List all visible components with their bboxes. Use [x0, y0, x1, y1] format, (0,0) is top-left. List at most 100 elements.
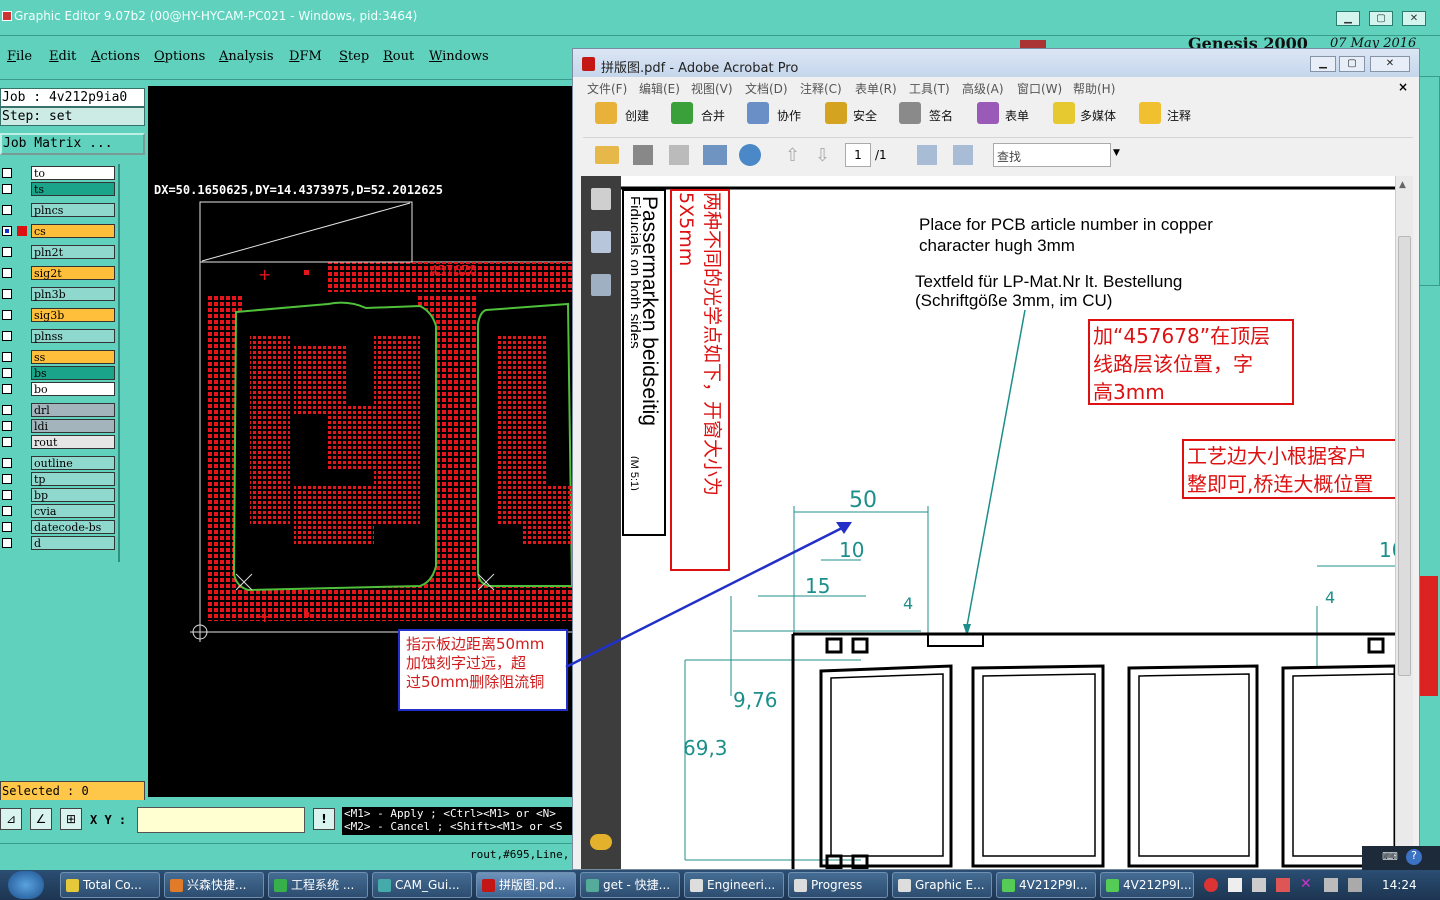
tray-flag-icon[interactable] [1228, 878, 1242, 892]
layer-row-bs[interactable]: bs [0, 366, 116, 380]
fit-page-icon[interactable] [953, 145, 973, 165]
close-button[interactable]: ✕ [1402, 11, 1426, 26]
layer-name[interactable]: plncs [31, 203, 115, 217]
layer-checkbox[interactable] [2, 226, 12, 236]
tray-pen-icon[interactable] [1276, 878, 1290, 892]
acro-menu-edit[interactable]: 编辑(E) [639, 80, 680, 97]
menu-rout[interactable]: Rout [383, 49, 414, 64]
layer-checkbox[interactable] [2, 538, 12, 548]
layer-checkbox[interactable] [2, 168, 12, 178]
layer-checkbox[interactable] [2, 474, 12, 484]
layer-name[interactable]: bs [31, 366, 115, 380]
acro-menu-comment[interactable]: 注释(C) [800, 80, 842, 97]
vertical-scrollbar[interactable]: ▲ [1395, 176, 1413, 869]
ge-graphic-canvas[interactable]: 457678 + + DX=50.1650625,DY=14.4373975,D… [148, 86, 572, 797]
multimedia-button[interactable]: 多媒体 [1080, 107, 1116, 124]
layer-name[interactable]: bp [31, 488, 115, 502]
web-icon[interactable] [739, 144, 761, 166]
menu-windows[interactable]: Windows [429, 49, 489, 64]
secure-button[interactable]: 安全 [853, 107, 877, 124]
layer-checkbox[interactable] [2, 331, 12, 341]
task-total-commander[interactable]: Total Co... [60, 872, 160, 898]
layer-row-to[interactable]: to [0, 166, 116, 180]
task-progress[interactable]: Progress [788, 872, 888, 898]
task-graphic-editor[interactable]: Graphic E... [892, 872, 992, 898]
layer-checkbox[interactable] [2, 205, 12, 215]
acro-menu-tools[interactable]: 工具(T) [909, 80, 950, 97]
layer-checkbox[interactable] [2, 352, 12, 362]
layer-name[interactable]: ts [31, 182, 115, 196]
next-page-icon[interactable]: ⇩ [815, 145, 835, 166]
acro-menu-help[interactable]: 帮助(H) [1073, 80, 1115, 97]
forms-button[interactable]: 表单 [1005, 107, 1029, 124]
layer-name[interactable]: ss [31, 350, 115, 364]
layer-checkbox[interactable] [2, 437, 12, 447]
alert-button[interactable]: ! [313, 808, 335, 830]
minimize-button[interactable]: ▁ [1336, 11, 1360, 26]
layer-checkbox[interactable] [2, 384, 12, 394]
close-doc-icon[interactable]: × [1398, 80, 1408, 94]
layer-row-ss[interactable]: ss [0, 350, 116, 364]
layer-checkbox[interactable] [2, 458, 12, 468]
layer-name[interactable]: rout [31, 435, 115, 449]
layer-checkbox[interactable] [2, 184, 12, 194]
layer-name[interactable]: d [31, 536, 115, 550]
layer-row-sig2t[interactable]: sig2t [0, 266, 116, 280]
layer-checkbox[interactable] [2, 289, 12, 299]
snap-tool-button[interactable]: ⊿ [0, 808, 22, 830]
layer-row-d[interactable]: d [0, 536, 116, 550]
pdf-document-view[interactable]: Passermarken beidseitig Fiducials on bot… [621, 176, 1395, 869]
create-button[interactable]: 创建 [625, 107, 649, 124]
layer-row-drl[interactable]: drl [0, 403, 116, 417]
email-icon[interactable] [703, 145, 727, 165]
acro-menu-forms[interactable]: 表单(R) [855, 80, 897, 97]
layer-row-outline[interactable]: outline [0, 456, 116, 470]
signatures-panel-icon[interactable] [591, 274, 611, 296]
layer-checkbox[interactable] [2, 310, 12, 320]
layer-name[interactable]: sig3b [31, 308, 115, 322]
find-dropdown-icon[interactable]: ▼ [1113, 148, 1120, 158]
scroll-thumb[interactable] [1398, 236, 1411, 676]
menu-dfm[interactable]: DFM [289, 49, 322, 64]
layer-row-rout[interactable]: rout [0, 435, 116, 449]
acro-close-button[interactable]: ✕ [1370, 56, 1410, 72]
acrobat-titlebar[interactable]: 拼版图.pdf - Adobe Acrobat Pro ▁ ▢ ✕ [573, 49, 1419, 77]
layer-name[interactable]: pln2t [31, 245, 115, 259]
ge-titlebar[interactable]: Graphic Editor 9.07b2 (00@HY-HYCAM-PC021… [0, 0, 1440, 36]
layer-checkbox[interactable] [2, 421, 12, 431]
layer-checkbox[interactable] [2, 490, 12, 500]
layer-row-pln2t[interactable]: pln2t [0, 245, 116, 259]
acro-menu-file[interactable]: 文件(F) [587, 80, 627, 97]
tray-display-icon[interactable] [1348, 878, 1362, 892]
menu-analysis[interactable]: Analysis [219, 49, 274, 64]
layer-name[interactable]: cvia [31, 504, 115, 518]
task-engineering-system[interactable]: 工程系统 ... [268, 872, 368, 898]
layer-name[interactable]: pln3b [31, 287, 115, 301]
acro-menu-document[interactable]: 文档(D) [745, 80, 788, 97]
menu-actions[interactable]: Actions [91, 49, 140, 64]
layer-row-tp[interactable]: tp [0, 472, 116, 486]
layer-name[interactable]: tp [31, 472, 115, 486]
fit-width-icon[interactable] [917, 145, 937, 165]
pages-panel-icon[interactable] [591, 188, 611, 210]
layer-row-cs[interactable]: cs [0, 224, 116, 238]
menu-options[interactable]: Options [154, 49, 205, 64]
start-button[interactable] [8, 871, 44, 899]
find-input[interactable]: 查找 [993, 143, 1111, 167]
menu-file[interactable]: File [7, 49, 32, 64]
layer-name[interactable]: outline [31, 456, 115, 470]
layer-name[interactable]: to [31, 166, 115, 180]
prev-page-icon[interactable]: ⇧ [785, 145, 805, 166]
layer-checkbox[interactable] [2, 405, 12, 415]
combine-button[interactable]: 合并 [701, 107, 725, 124]
tray-x-icon[interactable]: ✕ [1300, 876, 1312, 892]
task-get[interactable]: get - 快捷... [580, 872, 680, 898]
layer-row-bp[interactable]: bp [0, 488, 116, 502]
scroll-up-icon[interactable]: ▲ [1399, 180, 1406, 190]
acro-menu-window[interactable]: 窗口(W) [1017, 80, 1062, 97]
layer-checkbox[interactable] [2, 268, 12, 278]
maximize-button[interactable]: ▢ [1369, 11, 1393, 26]
layer-row-pln3b[interactable]: pln3b [0, 287, 116, 301]
layer-row-cvia[interactable]: cvia [0, 504, 116, 518]
task-xingsen[interactable]: 兴森快捷... [164, 872, 264, 898]
